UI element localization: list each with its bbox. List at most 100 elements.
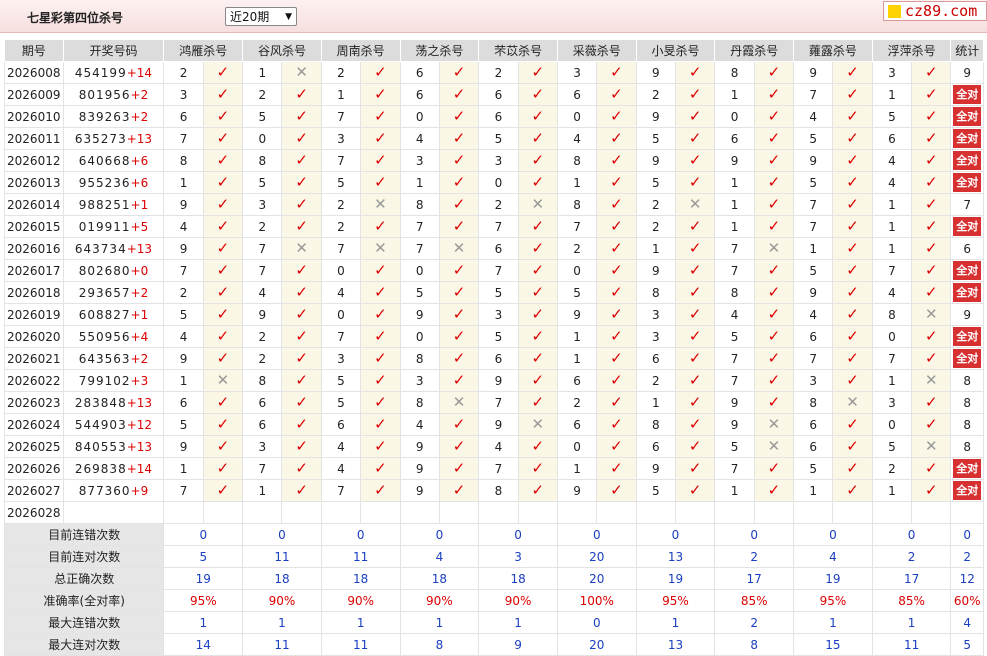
kill-result: ✓: [202, 149, 244, 172]
kill-result: ✓: [832, 325, 873, 348]
kill-number: 6: [399, 61, 440, 84]
draw-number: 877360+9: [62, 479, 165, 502]
check-icon: ✓: [610, 63, 623, 81]
kill-result: ✓: [281, 127, 322, 150]
kill-result: ✓: [753, 303, 795, 326]
current-kill-spacer: [281, 501, 322, 524]
period-select[interactable]: 近20期 ▼: [225, 7, 297, 26]
check-icon: ✓: [610, 283, 623, 301]
kill-result: ✓: [911, 457, 952, 480]
kill-result: ✓: [832, 457, 873, 480]
kill-number: 1: [556, 171, 598, 194]
cross-icon: ✕: [688, 195, 702, 213]
summary-value: 0: [793, 523, 873, 546]
kill-result: ✓: [832, 237, 873, 260]
kill-number: 7: [320, 479, 362, 502]
kill-result: ✓: [438, 479, 480, 502]
check-icon: ✓: [295, 217, 308, 235]
kill-number: 4: [320, 281, 362, 304]
kill-result: ✓: [596, 325, 637, 348]
check-icon: ✓: [374, 217, 387, 235]
kill-result: ✓: [753, 259, 795, 282]
kill-result: ✕: [753, 413, 795, 436]
kill-result: ✓: [753, 347, 795, 370]
all-correct-badge: 全对: [953, 283, 982, 302]
kill-number: 3: [478, 303, 519, 326]
issue-number: 2026012: [4, 149, 64, 172]
check-icon: ✓: [452, 195, 466, 213]
kill-result: ✓: [596, 215, 637, 238]
check-icon: ✓: [846, 371, 859, 389]
summary-value: 0: [714, 523, 795, 546]
kill-result: ✓: [517, 435, 558, 458]
kill-result: ✓: [360, 479, 401, 502]
kill-number: 4: [242, 281, 283, 304]
kill-result: ✓: [832, 303, 873, 326]
check-icon: ✓: [688, 283, 702, 301]
issue-number: 2026024: [4, 413, 64, 436]
summary-value: 11: [871, 633, 952, 656]
kill-number: 5: [320, 391, 362, 414]
check-icon: ✓: [531, 283, 545, 301]
kill-result: ✓: [202, 479, 244, 502]
kill-result: ✓: [596, 369, 637, 392]
kill-result: ✓: [674, 149, 716, 172]
kill-result: ✓: [911, 215, 952, 238]
draw-plus: +13: [126, 241, 153, 256]
current-kill-spacer: [360, 501, 401, 524]
kill-number: 1: [714, 215, 755, 238]
kill-number: 7: [399, 215, 440, 238]
current-kill-spacer: [517, 501, 558, 524]
current-kill-number: 7: [793, 501, 834, 524]
kill-result: ✓: [596, 83, 637, 106]
kill-result: ✓: [438, 171, 480, 194]
kill-result: ✓: [517, 457, 558, 480]
kill-result: ✕: [517, 413, 558, 436]
kill-result: ✓: [438, 325, 480, 348]
current-kill-number: 6: [714, 501, 755, 524]
summary-value: 9: [478, 633, 558, 656]
draw-plus: +12: [126, 417, 153, 432]
summary-value: 14: [163, 633, 244, 656]
check-icon: ✓: [531, 107, 545, 125]
check-icon: ✓: [216, 151, 230, 169]
kill-result: ✓: [202, 325, 244, 348]
kill-result: ✓: [281, 413, 322, 436]
col-issue: 期号: [4, 39, 64, 62]
kill-number: 9: [399, 303, 440, 326]
check-icon: ✓: [295, 459, 308, 477]
kill-number: 7: [714, 369, 755, 392]
draw-digits: 988251: [78, 197, 131, 212]
all-correct-badge: 全对: [953, 261, 982, 280]
check-icon: ✓: [610, 173, 623, 191]
summary-stat: 0: [950, 523, 984, 546]
kill-number: 0: [399, 105, 440, 128]
kill-number: 1: [556, 457, 598, 480]
current-kill-spacer: [753, 501, 795, 524]
check-icon: ✓: [924, 349, 938, 367]
check-icon: ✓: [610, 327, 623, 345]
check-icon: ✓: [688, 151, 702, 169]
kill-result: ✓: [202, 259, 244, 282]
kill-result: ✓: [911, 259, 952, 282]
row-stat: 全对: [950, 479, 984, 502]
kill-number: 7: [320, 325, 362, 348]
check-icon: ✓: [216, 459, 230, 477]
draw-plus: +2: [130, 351, 149, 366]
check-icon: ✓: [295, 173, 308, 191]
kill-number: 8: [714, 61, 755, 84]
current-kill-spacer: [832, 501, 873, 524]
site-logo[interactable]: cz89.com: [883, 1, 987, 21]
all-correct-badge: 全对: [953, 217, 982, 236]
check-icon: ✓: [767, 371, 781, 389]
check-icon: ✓: [531, 85, 545, 103]
summary-value: 0: [871, 523, 952, 546]
draw-number: 643734+13: [62, 237, 165, 260]
draw-plus: +5: [130, 219, 149, 234]
current-kill-number: 7: [478, 501, 519, 524]
table-row: 2026023 283848+13 6 ✓ 6 ✓ 5 ✓ 8 ✕ 7 ✓ 2 ✓ 1 ✓ 9 ✓ 8 ✕ 3 ✓ 8: [4, 391, 984, 414]
cross-icon: ✕: [452, 393, 466, 411]
kill-number: 1: [163, 369, 204, 392]
kill-number: 5: [556, 281, 598, 304]
kill-result: ✓: [911, 105, 952, 128]
